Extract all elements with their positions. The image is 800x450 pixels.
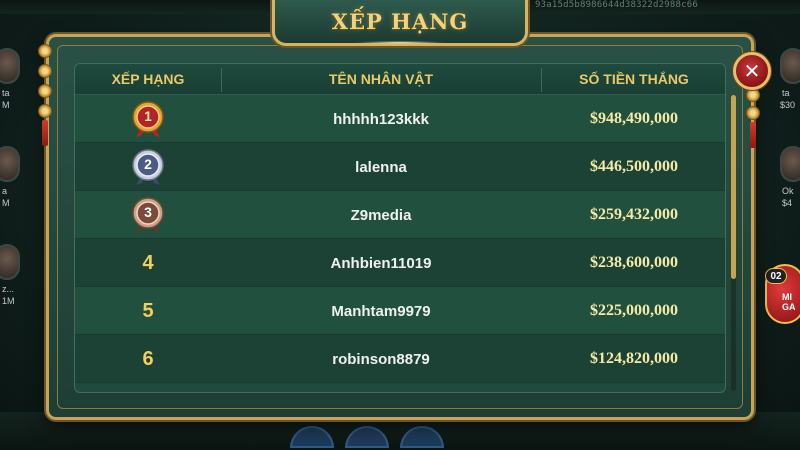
column-header-money: SỐ TIỀN THẮNG — [579, 71, 689, 87]
rank-cell: 2 — [75, 143, 221, 191]
medal-rank-number: 3 — [144, 204, 152, 220]
money-won: $446,500,000 — [590, 158, 678, 175]
dialog-title-plaque: XẾP HẠNG — [272, 0, 528, 46]
player-avatar[interactable] — [780, 48, 800, 84]
gold-medal-icon: 1 — [130, 100, 166, 138]
player-name-label: a — [2, 186, 8, 196]
rank-cell: 5 — [75, 287, 221, 335]
coin-icon — [38, 104, 52, 118]
close-icon: ✕ — [743, 59, 761, 83]
money-won: $259,432,000 — [590, 206, 678, 223]
rank-number: 4 — [142, 251, 154, 274]
tassel-icon — [42, 120, 48, 146]
dialog-title: XẾP HẠNG — [331, 8, 469, 34]
rank-cell: 3 — [75, 191, 221, 239]
coin-icon — [746, 88, 760, 102]
mini-game-count-badge: 02 — [765, 268, 787, 284]
player-name-label: ta — [782, 88, 790, 98]
table-row[interactable]: 5 Manhtam9979 $225,000,000 — [75, 287, 725, 335]
game-hash-text: 93a15d5b8986644d38322d2988c66 — [535, 0, 698, 10]
table-row[interactable]: 1 hhhhh123kkk $948,490,000 — [75, 95, 725, 143]
player-avatar[interactable] — [0, 48, 20, 84]
column-header-name: TÊN NHÂN VẬT — [328, 71, 434, 87]
rank-cell: 6 — [75, 335, 221, 383]
medal-rank-number: 1 — [144, 108, 152, 124]
silver-medal-icon: 2 — [130, 148, 166, 186]
player-avatar[interactable] — [0, 146, 20, 182]
player-money-label: $4 — [782, 198, 793, 208]
title-glow — [355, 41, 445, 44]
player-money-label: 1M — [2, 296, 15, 306]
right-coin-ornament — [744, 88, 762, 158]
tassel-icon — [750, 122, 756, 148]
table-row[interactable]: 4 Anhbien11019 $238,600,000 — [75, 239, 725, 287]
table-row[interactable]: 6 robinson8879 $124,820,000 — [75, 335, 725, 383]
rank-number: 6 — [142, 347, 154, 370]
rank-cell: 1 — [75, 95, 221, 143]
rank-cell: 4 — [75, 239, 221, 287]
player-money-label: M — [2, 100, 10, 110]
money-won: $124,820,000 — [590, 350, 678, 367]
coin-icon — [38, 44, 52, 58]
leaderboard-table: XẾP HẠNG TÊN NHÂN VẬT SỐ TIỀN THẮNG 1 hh… — [74, 63, 726, 393]
player-name-label: Ok — [782, 186, 794, 196]
player-name: Z9media — [350, 206, 412, 224]
player-name: lalenna — [355, 158, 407, 176]
scrollbar-thumb[interactable] — [731, 95, 736, 279]
coin-icon — [38, 84, 52, 98]
money-won: $948,490,000 — [590, 110, 678, 127]
money-won: $238,600,000 — [590, 254, 678, 271]
player-name: hhhhh123kkk — [333, 110, 429, 128]
medal-rank-number: 2 — [144, 156, 152, 172]
column-header-rank: XẾP HẠNG — [111, 71, 185, 87]
player-name-label: ta — [2, 88, 10, 98]
table-header: XẾP HẠNG TÊN NHÂN VẬT SỐ TIỀN THẮNG — [75, 64, 725, 95]
player-name: Manhtam9979 — [331, 302, 431, 320]
coin-icon — [746, 106, 760, 120]
bronze-medal-icon: 3 — [130, 196, 166, 234]
player-name: Anhbien11019 — [330, 254, 432, 272]
close-button[interactable]: ✕ — [733, 52, 771, 90]
player-avatar[interactable] — [780, 146, 800, 182]
coin-icon — [38, 64, 52, 78]
money-won: $225,000,000 — [590, 302, 678, 319]
table-row[interactable]: 3 Z9media $259,432,000 — [75, 191, 725, 239]
player-money-label: M — [2, 198, 10, 208]
mini-game-label: MI GA — [782, 292, 796, 312]
left-coin-ornament — [36, 44, 54, 152]
player-avatar[interactable] — [0, 244, 20, 280]
table-row[interactable]: 2 lalenna $446,500,000 — [75, 143, 725, 191]
player-money-label: $30 — [780, 100, 796, 110]
rank-number: 5 — [142, 299, 154, 322]
player-name: robinson8879 — [332, 350, 430, 368]
player-name-label: z... — [2, 284, 15, 294]
